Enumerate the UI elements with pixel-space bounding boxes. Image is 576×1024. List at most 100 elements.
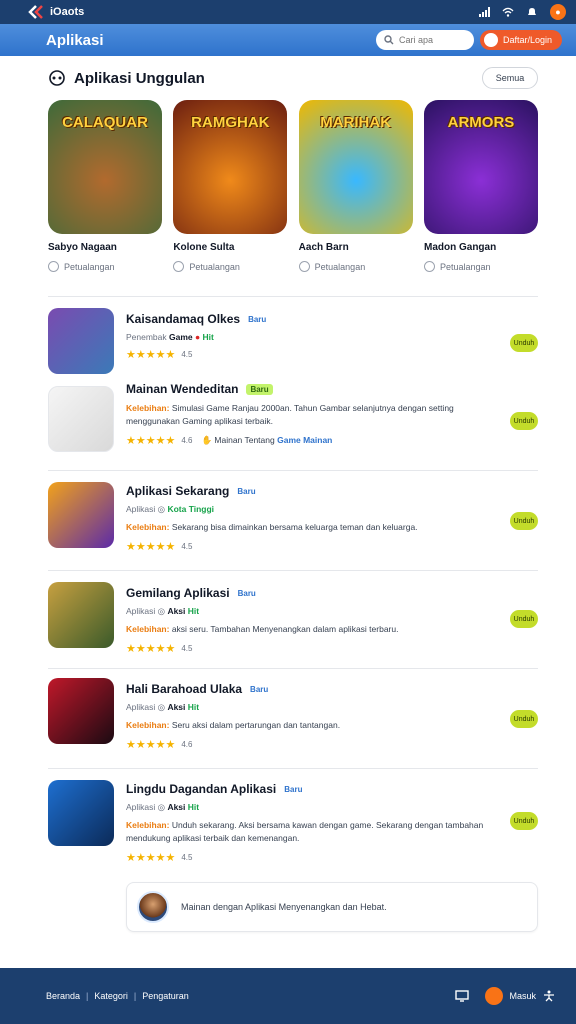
rating: ★★★★★ 4.6 ✋ Mainan Tentang Game Mainan — [126, 434, 496, 447]
app-meta: Aplikasi ◎ Aksi Hit — [126, 802, 200, 812]
app-icon — [48, 308, 114, 374]
app-description: Kelebihan: Simulasi Game Ranjau 2000an. … — [126, 403, 454, 426]
rating: ★★★★★ 4.5 — [126, 348, 496, 361]
app-name-row: Lingdu Dagandan Aplikasi Baru — [126, 782, 496, 796]
install-button[interactable]: Unduh — [510, 812, 538, 830]
app-name-row: Hali Barahoad Ulaka Baru — [126, 682, 496, 696]
divider — [48, 668, 538, 669]
app-name: Mainan Wendeditan — [126, 382, 239, 396]
app-name: Lingdu Dagandan Aplikasi — [126, 782, 277, 796]
footer-link-settings[interactable]: Pengaturan — [142, 991, 189, 1001]
separator: | — [86, 991, 89, 1001]
install-button[interactable]: Unduh — [510, 512, 538, 530]
divider — [48, 296, 538, 297]
rating-value: 4.5 — [181, 644, 193, 653]
search-box[interactable] — [375, 30, 474, 50]
featured-category: Petualangan — [48, 261, 162, 272]
featured-artwork: CALAQUAR — [48, 100, 162, 234]
featured-category-label: Petualangan — [189, 261, 240, 272]
app-name: Aplikasi Sekarang — [126, 484, 230, 498]
featured-art-title: ARMORS — [447, 114, 515, 131]
featured-name: Madon Gangan — [423, 242, 497, 253]
avatar — [137, 891, 169, 923]
app-bar: Aplikasi Daftar/Login — [0, 24, 576, 56]
featured-card[interactable]: ARMORS Madon Gangan Petualangan — [423, 100, 538, 272]
app-name-row: Gemilang Aplikasi Baru — [126, 586, 496, 600]
install-button[interactable]: Unduh — [510, 334, 538, 352]
app-icon — [48, 482, 114, 548]
status-title: iOaots — [50, 6, 85, 18]
app-name-row: Kaisandamaq Olkes Baru — [126, 312, 496, 326]
featured-category-label: Petualangan — [64, 261, 115, 272]
featured-artwork: MARIHAK — [298, 100, 413, 234]
back-icon[interactable] — [28, 5, 46, 19]
see-all-button[interactable]: Semua — [482, 67, 538, 89]
featured-category-label: Petualangan — [314, 261, 366, 272]
app-icon — [48, 386, 114, 452]
footer-link-home[interactable]: Beranda — [46, 991, 80, 1001]
footer-link-category[interactable]: Kategori — [94, 991, 128, 1001]
footer-actions: Masuk — [455, 987, 556, 1005]
featured-art-title: CALAQUAR — [62, 114, 148, 131]
rating: ★★★★★ 4.5 — [126, 540, 496, 553]
new-tag: Baru — [248, 314, 267, 324]
category-icon — [173, 261, 185, 272]
rating-value: 4.6 — [181, 740, 193, 749]
footer-right-label[interactable]: Masuk — [509, 991, 536, 1001]
app-extra: ✋ Mainan Tentang Game Mainan — [201, 435, 333, 445]
star-icons: ★★★★★ — [126, 541, 176, 553]
star-icons: ★★★★★ — [126, 349, 176, 361]
rating: ★★★★★ 4.5 — [126, 851, 496, 864]
featured-card[interactable]: CALAQUAR Sabyo Nagaan Petualangan — [48, 100, 162, 272]
comment-card[interactable]: Mainan dengan Aplikasi Menyenangkan dan … — [126, 882, 538, 932]
category-icon — [298, 261, 310, 272]
user-avatar-icon[interactable] — [485, 987, 504, 1005]
featured-art-title: MARIHAK — [320, 114, 392, 131]
login-button[interactable]: Daftar/Login — [479, 30, 562, 50]
install-button[interactable]: Unduh — [510, 610, 538, 628]
separator: | — [133, 991, 137, 1001]
featured-artwork: ARMORS — [423, 100, 538, 234]
install-button[interactable]: Unduh — [510, 710, 538, 728]
new-tag: Baru — [284, 784, 303, 794]
new-tag: Baru — [246, 383, 273, 395]
rating: ★★★★★ 4.6 — [126, 738, 496, 751]
login-label: Daftar/Login — [502, 35, 552, 45]
wifi-icon — [502, 7, 514, 17]
divider — [48, 570, 538, 571]
rating-value: 4.5 — [181, 542, 193, 551]
signal-icon — [479, 7, 490, 17]
search-input[interactable] — [398, 35, 461, 45]
bottom-nav: Beranda | Kategori | Pengaturan Masuk — [0, 968, 576, 1024]
accessibility-icon[interactable] — [542, 990, 556, 1002]
app-description: Kelebihan: aksi seru. Tambahan Menyenang… — [126, 624, 399, 634]
section-header: Aplikasi Unggulan Semua — [48, 66, 538, 90]
app-meta: Aplikasi ◎ Aksi Hit — [126, 702, 200, 712]
rating-value: 4.5 — [181, 350, 193, 359]
section-title: Aplikasi Unggulan — [74, 69, 205, 87]
app-name: Hali Barahoad Ulaka — [126, 682, 243, 696]
app-icon — [48, 582, 114, 648]
comment-text: Mainan dengan Aplikasi Menyenangkan dan … — [181, 902, 387, 912]
profile-icon[interactable]: ● — [550, 4, 566, 20]
featured-card[interactable]: RAMGHAK Kolone Sulta Petualangan — [173, 100, 288, 272]
extra-link[interactable]: Game Mainan — [277, 435, 332, 445]
featured-name: Sabyo Nagaan — [48, 242, 117, 253]
monitor-icon[interactable] — [455, 990, 470, 1002]
status-icons: ● — [479, 4, 566, 20]
app-meta: Aplikasi ◎ Aksi Hit — [126, 606, 200, 616]
install-button[interactable]: Unduh — [510, 412, 538, 430]
new-tag: Baru — [237, 588, 256, 598]
featured-category: Petualangan — [173, 261, 287, 272]
featured-name: Aach Barn — [298, 242, 349, 253]
category-icon — [48, 261, 59, 272]
star-icons: ★★★★★ — [126, 435, 176, 447]
star-icons: ★★★★★ — [126, 643, 176, 655]
app-meta: Penembak Game ● Hit — [126, 332, 214, 342]
category-icon — [423, 261, 435, 272]
app-description: Kelebihan: Seru aksi dalam pertarungan d… — [126, 720, 341, 730]
featured-card[interactable]: MARIHAK Aach Barn Petualangan — [298, 100, 413, 272]
rating: ★★★★★ 4.5 — [126, 642, 496, 655]
notification-icon — [528, 8, 536, 15]
star-icons: ★★★★★ — [126, 852, 176, 864]
